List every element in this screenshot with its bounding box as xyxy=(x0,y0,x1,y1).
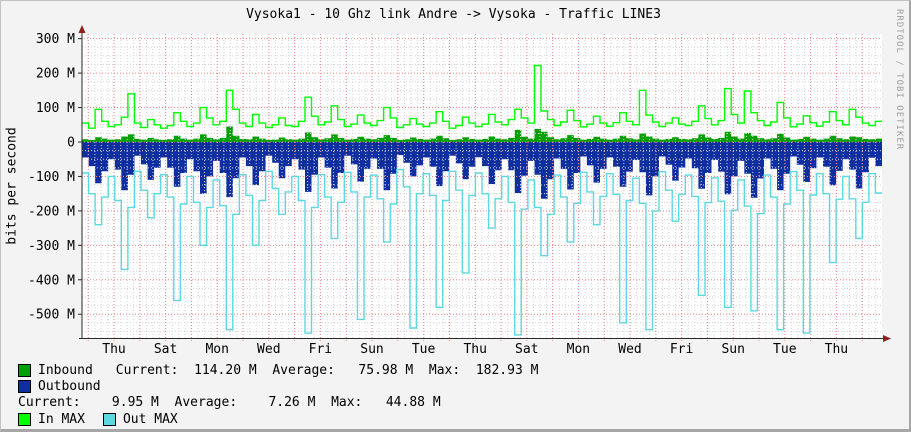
x-tick-label: Fri xyxy=(670,342,693,357)
x-tick-label: Sat xyxy=(515,342,538,357)
x-tick-label: Mon xyxy=(205,342,228,357)
y-axis-label: bits per second xyxy=(4,127,20,245)
x-tick-label: Tue xyxy=(773,342,797,357)
out-max-label: Out MAX xyxy=(122,411,178,427)
x-tick-label: Thu xyxy=(463,342,486,357)
x-tick-label: Wed xyxy=(257,342,280,357)
x-tick-label: Fri xyxy=(309,342,332,357)
y-tick-label: -200 M xyxy=(28,204,75,219)
inbound-swatch xyxy=(18,363,31,377)
inbound-stats: Current: 114.20 M Average: 75.98 M Max: … xyxy=(115,362,539,378)
legend-row-outbound: Outbound xyxy=(18,378,538,394)
legend-row-max: In MAX Out MAX xyxy=(18,411,538,427)
out-max-swatch xyxy=(102,412,116,426)
y-tick-label: 100 M xyxy=(36,101,75,116)
x-tick-label: Sun xyxy=(360,342,383,357)
outbound-label: Outbound xyxy=(38,379,101,395)
rrd-graph-window: 300 M 200 M 100 M 0 -100 M -200 M -300 M -400 M… xyxy=(0,0,911,432)
rrdtool-watermark: RRDTOOL / TOBI OETIKER xyxy=(894,9,904,151)
y-axis-arrow xyxy=(78,25,86,33)
y-tick-label: -100 M xyxy=(28,170,75,185)
legend-row-outbound-stats: Current: 9.95 M Average: 7.26 M Max: 44.… xyxy=(18,395,538,411)
x-tick-label: Thu xyxy=(825,342,848,357)
chart-legend: Inbound Current: 114.20 M Average: 75.98… xyxy=(18,362,538,428)
x-tick-label: Sun xyxy=(721,342,744,357)
x-tick-label: Tue xyxy=(412,342,436,357)
y-tick-label: 200 M xyxy=(36,67,75,82)
x-tick-label: Thu xyxy=(102,342,125,357)
y-tick-label: 300 M xyxy=(36,32,75,47)
y-tick-label: -500 M xyxy=(28,308,75,323)
in-max-label: In MAX xyxy=(38,411,85,427)
x-tick-label: Wed xyxy=(618,342,641,357)
in-max-swatch xyxy=(18,412,31,426)
y-tick-label: -300 M xyxy=(28,239,75,254)
y-tick-label: -400 M xyxy=(28,273,75,288)
x-tick-label: Mon xyxy=(567,342,590,357)
outbound-stats: Current: 9.95 M Average: 7.26 M Max: 44.… xyxy=(18,395,441,411)
inbound-label: Inbound xyxy=(38,362,93,378)
legend-row-inbound: Inbound Current: 114.20 M Average: 75.98… xyxy=(18,362,538,378)
chart-title: Vysoka1 - 10 Ghz link Andre -> Vysoka - … xyxy=(246,7,661,22)
x-axis-arrow xyxy=(883,335,891,342)
outbound-swatch xyxy=(18,380,31,394)
y-tick-label: 0 xyxy=(67,136,75,151)
x-tick-label: Sat xyxy=(154,342,177,357)
